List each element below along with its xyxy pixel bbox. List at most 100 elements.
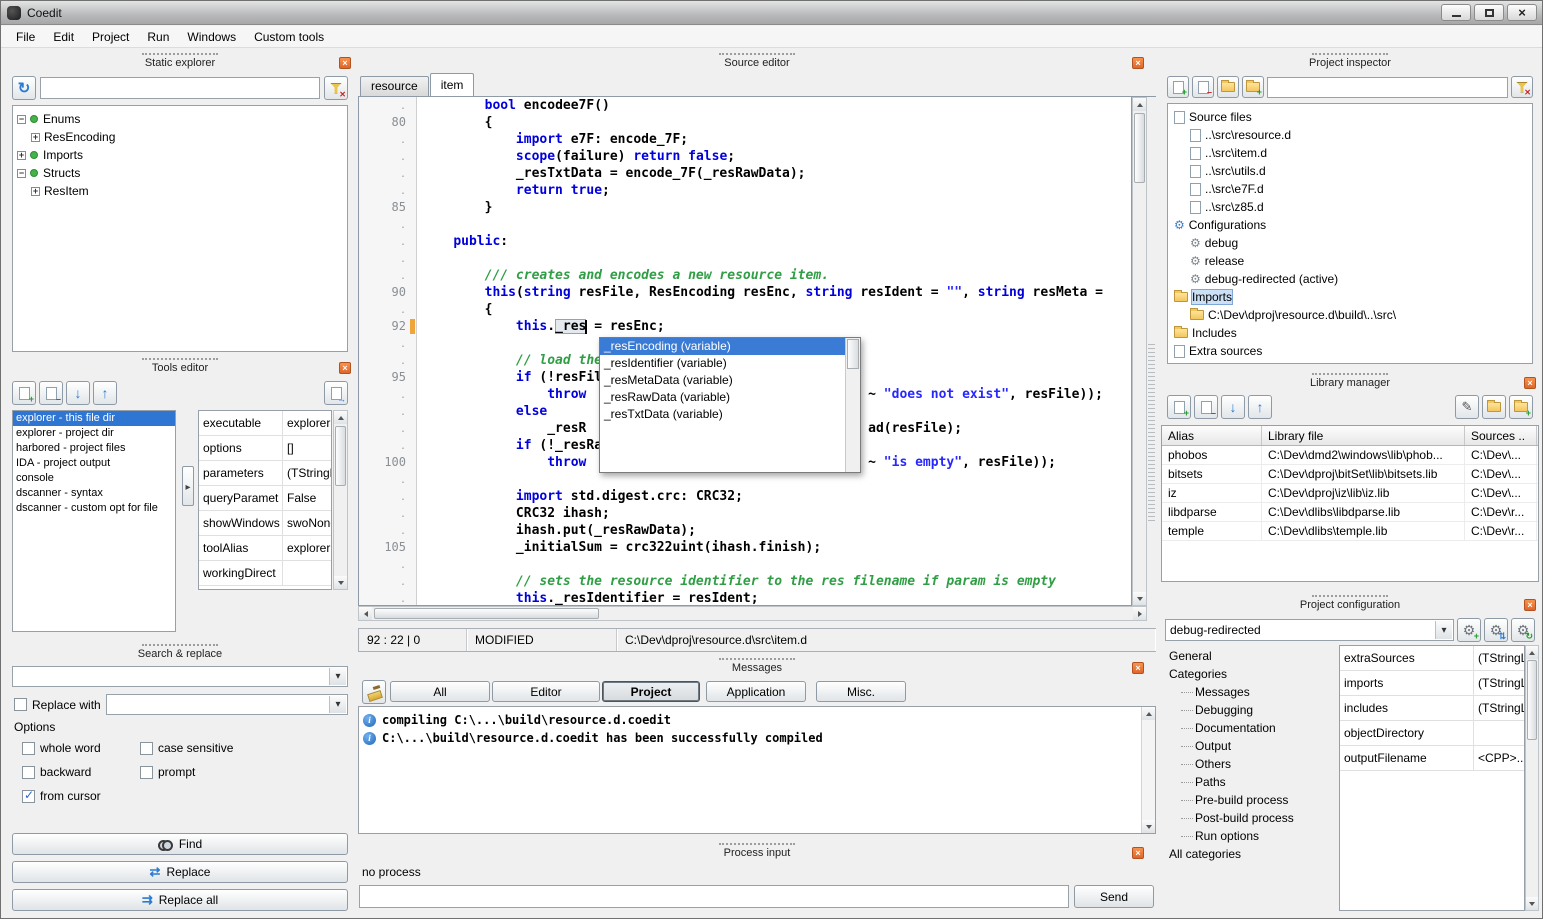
edit-library-button[interactable] [1455, 395, 1479, 419]
remove-tool-button[interactable]: – [39, 381, 63, 405]
drag-grip[interactable] [142, 53, 218, 55]
tools-list[interactable]: explorer - this file direxplorer - proje… [12, 410, 176, 632]
minimize-button[interactable] [1441, 4, 1471, 21]
config-category-item[interactable]: All categories [1165, 845, 1321, 863]
inspector-filter-input[interactable] [1267, 77, 1508, 98]
scroll-down-button[interactable] [334, 576, 347, 589]
panel-header[interactable]: Messages [358, 656, 1156, 678]
tab-resource[interactable]: resource [360, 76, 429, 96]
symbol-tree-item[interactable]: −Enums [13, 110, 347, 128]
property-value[interactable]: explorer [283, 416, 331, 430]
checkbox-box[interactable] [22, 790, 35, 803]
replace-all-button[interactable]: Replace all [12, 889, 348, 911]
drag-grip[interactable] [142, 644, 218, 646]
drag-grip[interactable] [1312, 595, 1388, 597]
config-category-item[interactable]: General [1165, 647, 1321, 665]
tool-list-item[interactable]: explorer - project dir [13, 426, 175, 441]
config-properties-grid[interactable]: extraSources(TStringLimports(TStringLinc… [1339, 645, 1525, 911]
editor-vscrollbar[interactable] [1132, 97, 1147, 606]
checkbox-backward[interactable]: backward [22, 762, 140, 782]
checkbox-box[interactable] [22, 742, 35, 755]
configuration-combo[interactable]: debug-redirected [1165, 619, 1454, 641]
project-tree-item[interactable]: ..\src\resource.d [1168, 126, 1532, 144]
property-row[interactable]: toolAliasexplorer [199, 536, 331, 561]
messages-scrollbar[interactable] [1141, 707, 1155, 833]
property-value[interactable]: [] [283, 441, 331, 455]
move-tool-down-button[interactable] [66, 381, 90, 405]
column-header[interactable]: Alias [1162, 426, 1262, 445]
maximize-button[interactable] [1474, 4, 1504, 21]
drag-grip[interactable] [1312, 53, 1388, 55]
project-tree-item[interactable]: debug [1168, 234, 1532, 252]
sync-config-button[interactable]: ↻ [1511, 618, 1535, 642]
combo-dropdown-button[interactable] [1435, 621, 1452, 639]
completion-item[interactable]: _resMetaData (variable) [600, 372, 860, 389]
column-splitter-grip[interactable] [1148, 341, 1155, 521]
tool-grid-scrollbar[interactable] [333, 410, 348, 590]
property-value[interactable]: False [283, 491, 331, 505]
tab-item[interactable]: item [430, 73, 475, 96]
config-category-item[interactable]: Categories [1165, 665, 1321, 683]
project-tree-item[interactable]: Extra sources [1168, 342, 1532, 360]
scroll-thumb[interactable] [374, 608, 599, 619]
scroll-up-button[interactable] [1133, 98, 1146, 111]
config-grid-scrollbar[interactable] [1525, 645, 1539, 911]
project-tree-item[interactable]: ..\src\item.d [1168, 144, 1532, 162]
project-tree-item[interactable]: Source files [1168, 108, 1532, 126]
property-row[interactable]: imports(TStringL [1340, 671, 1524, 696]
panel-header[interactable]: Static explorer [6, 51, 354, 73]
checkbox-from-cursor[interactable]: from cursor [22, 786, 140, 806]
config-category-item[interactable]: Pre-build process [1165, 791, 1321, 809]
replace-term-combo[interactable] [106, 694, 348, 715]
property-value[interactable]: (TStringL [283, 466, 331, 480]
property-row[interactable]: outputFilename<CPP>.. [1340, 746, 1524, 771]
scroll-up-button[interactable] [1526, 646, 1538, 659]
menu-project[interactable]: Project [83, 27, 138, 47]
project-tree-item[interactable]: Includes [1168, 324, 1532, 342]
combo-dropdown-button[interactable] [329, 668, 346, 685]
close-panel-button[interactable] [339, 57, 351, 69]
close-panel-button[interactable] [1524, 377, 1536, 389]
scroll-down-button[interactable] [1133, 592, 1146, 605]
tool-list-item[interactable]: explorer - this file dir [13, 411, 175, 426]
replace-button[interactable]: Replace [12, 861, 348, 883]
collapse-icon[interactable]: − [17, 169, 26, 178]
panel-header[interactable]: Process input [358, 841, 1156, 863]
project-tree[interactable]: Source files..\src\resource.d..\src\item… [1167, 103, 1533, 364]
project-tree-item[interactable]: C:\Dev\dproj\resource.d\build\..\src\ [1168, 306, 1532, 324]
property-value[interactable]: explorer [283, 541, 331, 555]
property-row[interactable]: includes(TStringL [1340, 696, 1524, 721]
menu-windows[interactable]: Windows [178, 27, 245, 47]
library-row[interactable]: templeC:\Dev\dlibs\temple.libC:\Dev\r... [1162, 522, 1538, 541]
scroll-thumb[interactable] [1134, 113, 1145, 183]
add-config-button[interactable]: + [1457, 618, 1481, 642]
property-value[interactable]: (TStringL [1474, 651, 1524, 665]
drag-grip[interactable] [1312, 373, 1388, 375]
drag-grip[interactable] [719, 658, 795, 660]
property-row[interactable]: showWindowsswoNone [199, 511, 331, 536]
menu-edit[interactable]: Edit [44, 27, 83, 47]
config-category-tree[interactable]: GeneralCategoriesMessagesDebuggingDocume… [1165, 647, 1321, 911]
project-tree-item[interactable]: ..\src\z85.d [1168, 198, 1532, 216]
tool-list-item[interactable]: dscanner - syntax [13, 486, 175, 501]
scroll-up-button[interactable] [334, 411, 347, 424]
add-tool-button[interactable]: + [12, 381, 36, 405]
symbol-tree[interactable]: −Enums+ResEncoding+Imports−Structs+ResIt… [12, 105, 348, 352]
libraries-table[interactable]: AliasLibrary fileSources .. phobosC:\Dev… [1161, 425, 1539, 582]
panel-header[interactable]: Project inspector [1161, 51, 1539, 73]
move-library-up-button[interactable] [1248, 395, 1272, 419]
symbol-tree-item[interactable]: +ResItem [13, 182, 347, 200]
library-row[interactable]: phobosC:\Dev\dmd2\windows\lib\phob...C:\… [1162, 446, 1538, 465]
project-tree-item[interactable]: Configurations [1168, 216, 1532, 234]
combo-dropdown-button[interactable] [329, 696, 346, 713]
refresh-button[interactable] [12, 76, 36, 100]
export-tools-button[interactable]: → [324, 381, 348, 405]
clone-config-button[interactable]: ⇅ [1484, 618, 1508, 642]
messages-list[interactable]: icompiling C:\...\build\resource.d.coedi… [358, 706, 1156, 834]
process-input-field[interactable] [359, 885, 1069, 908]
completion-item[interactable]: _resRawData (variable) [600, 389, 860, 406]
checkbox-prompt[interactable]: prompt [140, 762, 348, 782]
tool-properties-grid[interactable]: executableexploreroptions[]parameters(TS… [198, 410, 332, 590]
table-header[interactable]: AliasLibrary fileSources .. [1162, 426, 1538, 446]
property-value[interactable]: <CPP>.. [1474, 751, 1524, 765]
